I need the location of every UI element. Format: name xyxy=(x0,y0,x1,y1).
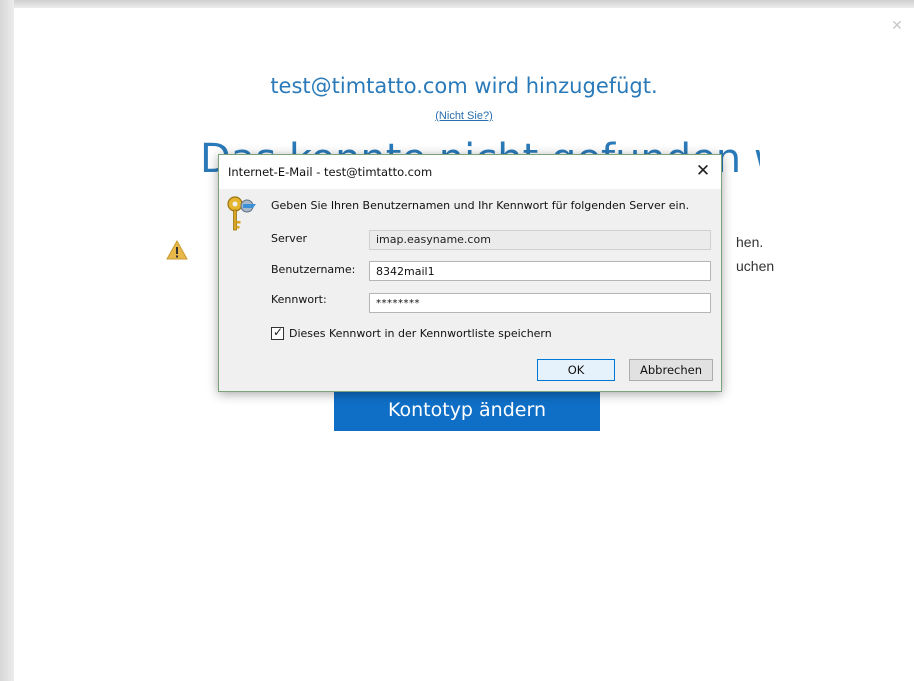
window-shadow-left xyxy=(0,0,14,681)
warning-icon xyxy=(166,240,188,260)
dialog-title: Internet-E-Mail - test@timtatto.com xyxy=(228,165,433,179)
credentials-dialog: Internet-E-Mail - test@timtatto.com ✕ Ge… xyxy=(218,154,722,392)
status-text-line2: uchen xyxy=(736,258,775,274)
server-field: imap.easyname.com xyxy=(369,230,711,250)
window-shadow-top xyxy=(0,0,914,8)
username-label: Benutzername: xyxy=(271,263,356,276)
dialog-prompt-text: Geben Sie Ihren Benutzernamen und Ihr Ke… xyxy=(271,199,690,212)
status-text-line1: hen. xyxy=(736,234,764,250)
dialog-titlebar[interactable]: Internet-E-Mail - test@timtatto.com ✕ xyxy=(219,155,721,189)
not-you-link[interactable]: (Nicht Sie?) xyxy=(14,110,914,122)
window-close-icon[interactable]: ✕ xyxy=(890,18,904,32)
dialog-close-icon[interactable]: ✕ xyxy=(695,162,711,180)
username-input[interactable] xyxy=(369,261,711,281)
cancel-button[interactable]: Abbrechen xyxy=(629,359,713,381)
server-label: Server xyxy=(271,232,308,245)
ok-button[interactable]: OK xyxy=(537,359,615,381)
keys-icon xyxy=(227,196,256,231)
save-password-checkbox[interactable]: ✓ xyxy=(271,325,284,340)
adding-account-title: test@timtatto.com wird hinzugefügt. xyxy=(270,74,658,98)
password-label: Kennwort: xyxy=(271,293,327,306)
checkmark-icon: ✓ xyxy=(273,325,284,339)
save-password-label[interactable]: Dieses Kennwort in der Kennwortliste spe… xyxy=(289,327,552,340)
change-account-type-button[interactable]: Kontotyp ändern xyxy=(334,390,600,431)
password-input[interactable] xyxy=(369,293,711,313)
